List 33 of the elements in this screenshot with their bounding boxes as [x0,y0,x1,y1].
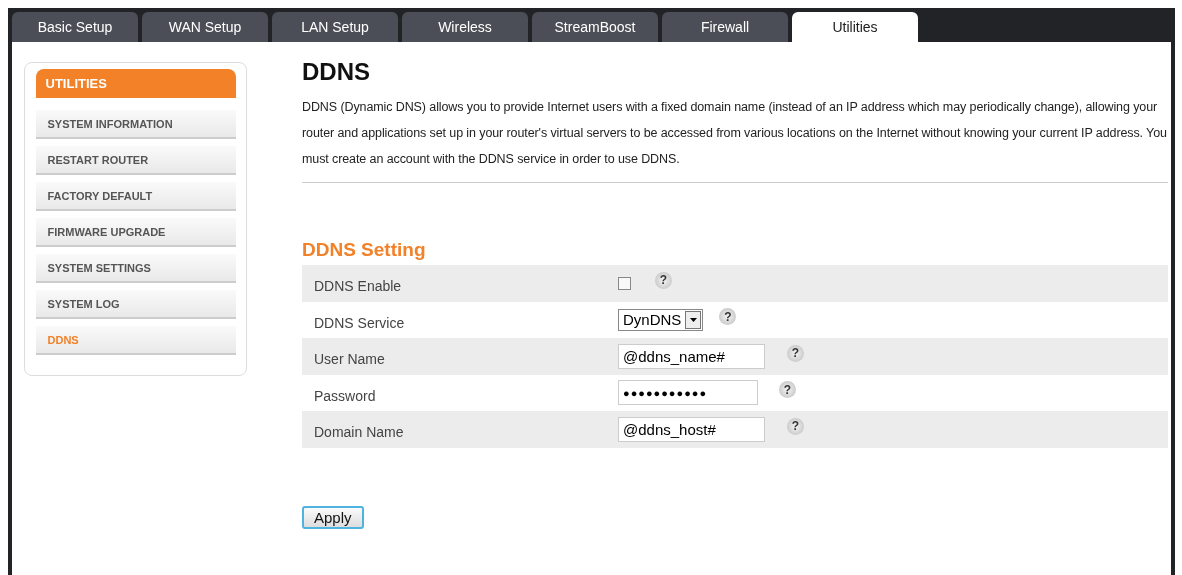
field-label: DDNS Service [313,314,406,331]
help-icon[interactable]: ? [779,381,796,399]
sidebar-item[interactable]: SYSTEM SETTINGS [35,254,236,283]
description-text: DDNS (Dynamic DNS) allows you to provide Internet users with a fixed domain name (instead of an IP address which may periodically change), allowing your router and applications set up in your router's virtual servers to be accessed from various locations on the Internet without knowing your current IP address. You must create an account with the DDNS service in order to use DDNS. [302,99,1168,168]
service-dropdown[interactable]: DynDNS [618,308,704,331]
password-field[interactable]: ●●●●●●●●●●● [618,380,758,406]
apply-button[interactable]: Apply [302,505,364,529]
input-field[interactable]: @ddns_name# [618,343,765,369]
nav-tab[interactable]: LAN Setup [272,12,398,42]
nav-tab[interactable]: Wireless [402,12,528,42]
nav-tab[interactable]: Basic Setup [12,12,138,42]
section-title: DDNS Setting [302,239,427,261]
field-label: DDNS Enable [313,278,403,295]
sidebar-header: UTILITIES [35,69,236,98]
sidebar-item[interactable]: SYSTEM INFORMATION [35,110,236,139]
nav-tab[interactable]: StreamBoost [532,12,658,42]
help-icon[interactable]: ? [655,271,672,289]
sidebar-item[interactable]: FIRMWARE UPGRADE [35,218,236,247]
help-icon[interactable]: ? [787,417,804,435]
nav-tab[interactable]: Firewall [662,12,788,42]
nav-tab[interactable]: Utilities [792,12,918,42]
input-field[interactable]: @ddns_host# [618,416,765,442]
field-label: Domain Name [313,424,405,441]
page-title: DDNS [302,58,371,86]
field-label: Password [313,387,377,404]
sidebar-item[interactable]: SYSTEM LOG [35,290,236,319]
sidebar-item[interactable]: FACTORY DEFAULT [35,182,236,211]
nav-tab[interactable]: WAN Setup [142,12,268,42]
help-icon[interactable]: ? [787,344,804,362]
field-label: User Name [313,351,386,368]
checkbox[interactable] [618,276,631,290]
help-icon[interactable]: ? [719,308,737,326]
sidebar-item[interactable]: RESTART ROUTER [35,146,236,175]
